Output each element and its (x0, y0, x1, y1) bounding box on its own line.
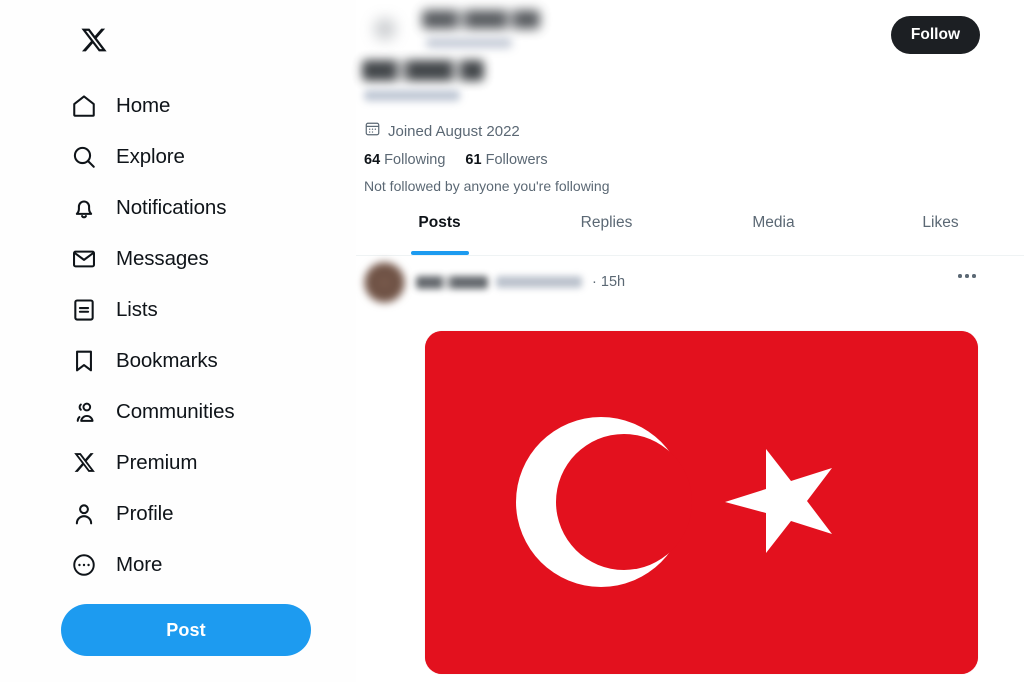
followers-label: Followers (485, 152, 548, 168)
tab-posts[interactable]: Posts (356, 212, 523, 255)
post-button[interactable]: Post (61, 604, 311, 656)
sidebar-item-label: Messages (116, 246, 209, 270)
followers-stat[interactable]: 61 Followers (465, 152, 547, 168)
home-icon (70, 92, 98, 120)
sidebar-item-label: Communities (116, 399, 235, 423)
x-logo-icon (80, 26, 108, 59)
post-timestamp: · 15h (592, 274, 625, 290)
sidebar-item-label: Explore (116, 144, 185, 168)
following-label: Following (384, 152, 446, 168)
post-header: · 15h (356, 261, 1024, 303)
avatar[interactable] (374, 18, 396, 40)
envelope-icon (70, 245, 98, 273)
bell-icon (70, 194, 98, 222)
sidebar-nav-list: Home Explore Notifications Messages List… (60, 80, 356, 590)
sidebar-item-premium[interactable]: Premium (60, 437, 310, 488)
x-logo-icon (70, 449, 98, 477)
sidebar-item-lists[interactable]: Lists (60, 284, 310, 335)
main-content: Follow Joined August 2022 64 Following 6… (356, 0, 1024, 682)
sidebar-item-explore[interactable]: Explore (60, 131, 310, 182)
post-time-value: 15h (600, 274, 626, 290)
sidebar-item-label: Profile (116, 501, 174, 525)
sidebar-item-label: Premium (116, 450, 198, 474)
profile-post-count-redacted (426, 38, 512, 48)
tab-replies[interactable]: Replies (523, 212, 690, 255)
search-icon (70, 143, 98, 171)
following-count: 64 (364, 152, 381, 168)
profile-handle-redacted (364, 90, 460, 101)
joined-date-row: Joined August 2022 (356, 120, 1024, 142)
sidebar-item-messages[interactable]: Messages (60, 233, 310, 284)
sidebar-item-home[interactable]: Home (60, 80, 310, 131)
more-circle-icon (70, 551, 98, 579)
tab-label: Posts (418, 214, 461, 231)
list-icon (70, 296, 98, 324)
post-separator: · (592, 274, 597, 290)
sidebar-item-more[interactable]: More (60, 539, 310, 590)
more-horizontal-icon[interactable] (954, 270, 980, 282)
app-root: Home Explore Notifications Messages List… (0, 0, 1024, 682)
sidebar-item-notifications[interactable]: Notifications (60, 182, 310, 233)
tab-likes[interactable]: Likes (857, 212, 1024, 255)
not-followed-note: Not followed by anyone you're following (364, 178, 610, 194)
post-item: · 15h (356, 256, 1024, 303)
joined-date-text: Joined August 2022 (388, 122, 520, 140)
sidebar-item-label: Lists (116, 297, 158, 321)
person-icon (70, 500, 98, 528)
sidebar-item-bookmarks[interactable]: Bookmarks (60, 335, 310, 386)
sidebar-item-label: More (116, 552, 163, 576)
followers-count: 61 (465, 152, 482, 168)
tab-media[interactable]: Media (690, 212, 857, 255)
flag-of-turkey-image[interactable] (425, 331, 978, 674)
profile-display-name-redacted (422, 10, 540, 29)
sidebar-item-label: Bookmarks (116, 348, 218, 372)
profile-tabs: Posts Replies Media Likes (356, 212, 1024, 256)
primary-sidebar: Home Explore Notifications Messages List… (0, 0, 356, 682)
sidebar-item-communities[interactable]: Communities (60, 386, 310, 437)
tab-label: Replies (580, 214, 633, 231)
tab-active-underline (410, 251, 469, 255)
following-stat[interactable]: 64 Following (364, 152, 445, 168)
post-author-name-redacted (416, 275, 488, 289)
sidebar-item-label: Notifications (116, 195, 227, 219)
calendar-icon (364, 120, 381, 142)
bookmark-icon (70, 347, 98, 375)
page-title (362, 60, 484, 81)
people-icon (70, 398, 98, 426)
sidebar-item-label: Home (116, 93, 171, 117)
avatar[interactable] (364, 261, 405, 303)
sidebar-item-profile[interactable]: Profile (60, 488, 310, 539)
post-author-handle-redacted (496, 276, 582, 288)
flag-background (425, 331, 978, 674)
tab-label: Likes (922, 214, 959, 231)
profile-stats: 64 Following 61 Followers (356, 152, 1024, 168)
follow-button[interactable]: Follow (890, 16, 980, 54)
x-logo-button[interactable] (68, 16, 120, 68)
tab-label: Media (752, 214, 795, 231)
turkey-flag-svg (425, 331, 978, 674)
